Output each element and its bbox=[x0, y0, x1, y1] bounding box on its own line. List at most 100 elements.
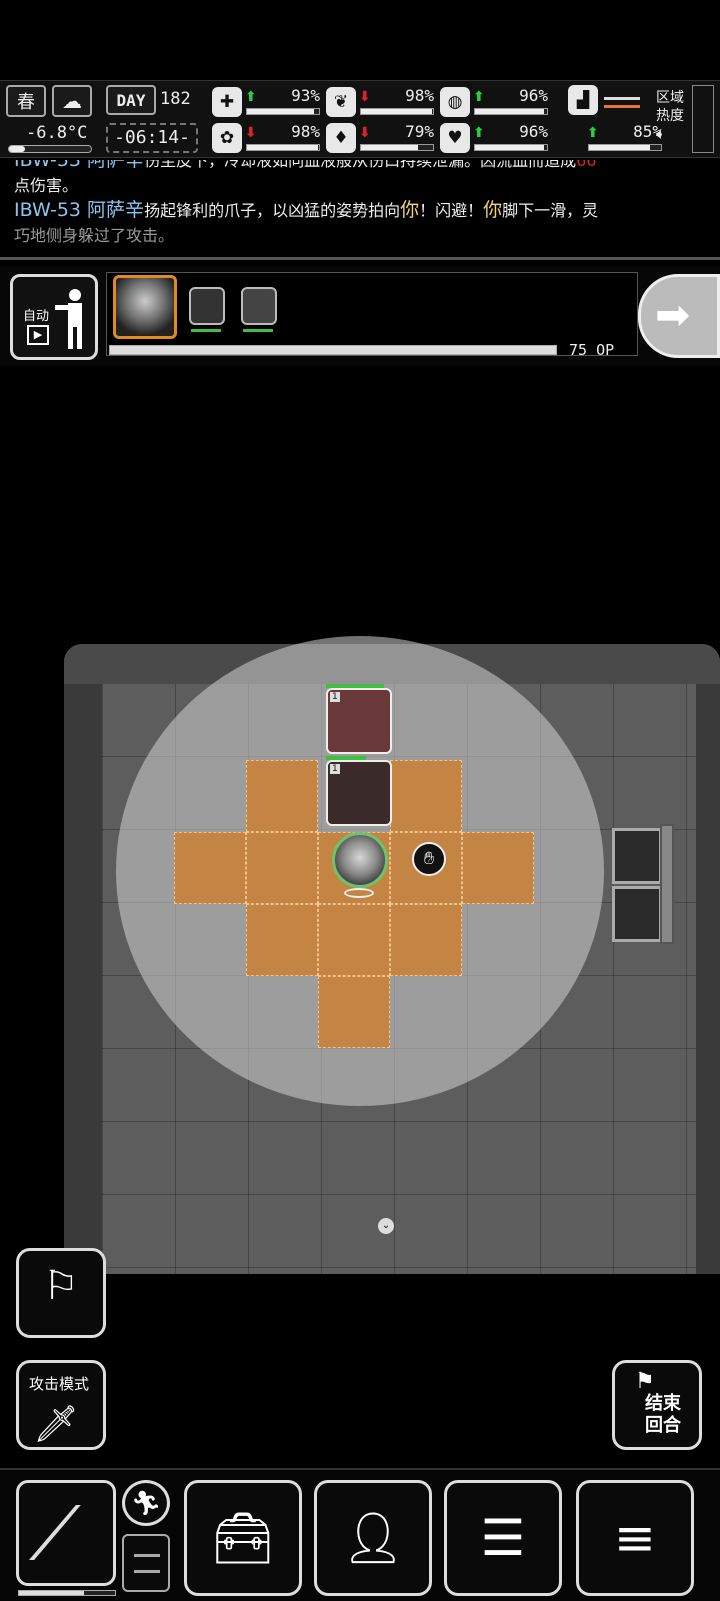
movement-bar-orange bbox=[604, 105, 640, 108]
menu-list-icon: ≡ bbox=[614, 1509, 656, 1567]
stamina-stat[interactable]: ⬆ 85% bbox=[554, 121, 664, 155]
chevron-down-icon[interactable]: ⌄ bbox=[378, 1218, 394, 1234]
day-label: DAY bbox=[106, 85, 156, 115]
move-tile[interactable] bbox=[246, 904, 318, 976]
brain-head-icon: 👤︎ bbox=[341, 1509, 405, 1567]
log-text: 伤至皮下，冷却液如同血液般从伤口持续泄漏。因流血而造成 bbox=[144, 160, 577, 170]
container-object[interactable] bbox=[612, 828, 662, 884]
zone-heat-meter bbox=[692, 85, 714, 153]
stat-bar bbox=[360, 108, 434, 115]
move-tile[interactable] bbox=[318, 904, 390, 976]
player-portrait[interactable] bbox=[113, 275, 177, 339]
move-tile[interactable] bbox=[246, 760, 318, 832]
move-tile[interactable] bbox=[246, 832, 318, 904]
notebook-icon: ☰ bbox=[480, 1509, 526, 1567]
trend-up-icon: ⬆ bbox=[245, 89, 257, 105]
bottom-toolbar: ⟋ 🏃︎ 🧰︎ 👤︎ ☰ ≡ bbox=[0, 1468, 720, 1601]
zone-heat[interactable]: 区域 热度 🔈︎ bbox=[656, 89, 684, 143]
stomach-stat[interactable]: ❦ ⬇ 98% bbox=[326, 85, 436, 119]
lungs-icon: ◍ bbox=[440, 87, 470, 117]
main-menu-button[interactable]: ≡ bbox=[576, 1480, 694, 1596]
log-entity: IBW-53 阿萨辛 bbox=[14, 160, 145, 171]
water-drop-stat[interactable]: ♦ ⬇ 79% bbox=[326, 121, 436, 155]
enemy-level: 1 bbox=[330, 764, 340, 774]
move-tile[interactable] bbox=[318, 976, 390, 1048]
next-turn-button[interactable]: ➡ bbox=[638, 274, 720, 358]
stat-value: 93% bbox=[291, 86, 320, 105]
move-tile[interactable] bbox=[174, 832, 246, 904]
wall bbox=[696, 684, 720, 1274]
brain-icon: ✿ bbox=[212, 123, 242, 153]
stat-bar bbox=[246, 108, 320, 115]
stat-bar bbox=[474, 144, 548, 151]
log-text: 脚下一滑，灵 bbox=[502, 201, 599, 220]
stat-value: 98% bbox=[405, 86, 434, 105]
journal-button[interactable]: ☰ bbox=[444, 1480, 562, 1596]
heart-stat[interactable]: ♥ ⬆ 96% bbox=[440, 121, 550, 155]
battle-map[interactable]: 1 1 ✋︎ ⌄ bbox=[64, 636, 720, 1274]
temperature-readout: -6.8°C bbox=[26, 123, 88, 143]
stomach-icon: ❦ bbox=[326, 87, 356, 117]
stat-bar bbox=[588, 144, 662, 151]
ammo-dash bbox=[134, 1554, 160, 1557]
enemy-portrait[interactable] bbox=[189, 287, 225, 325]
shelf-rail bbox=[660, 824, 674, 944]
boot-icon: ▟ bbox=[568, 85, 598, 115]
log-line: IBW-53 阿萨辛伤至皮下，冷却液如同血液般从伤口持续泄漏。因流血而造成66 bbox=[14, 160, 706, 173]
day-number: 182 bbox=[160, 89, 191, 109]
season-indicator[interactable]: 春 bbox=[6, 85, 46, 117]
speaker-icon[interactable]: 🔈︎ bbox=[656, 125, 684, 143]
movement-status[interactable]: ▟ bbox=[568, 85, 644, 119]
enemy-unit[interactable]: 1 bbox=[326, 688, 392, 754]
trend-up-icon: ⬆ bbox=[587, 125, 599, 141]
stat-bar bbox=[246, 144, 320, 151]
movement-bar-white bbox=[604, 97, 640, 100]
status-hud: 春 ☁ -6.8°C DAY 182 -06:14- ✚ ⬆ 93% ❦ ⬇ 98% ◍ ⬆ 9… bbox=[0, 80, 720, 158]
skills-button[interactable]: 👤︎ bbox=[314, 1480, 432, 1596]
loot-bag-icon[interactable]: ✋︎ bbox=[400, 830, 458, 888]
move-tile[interactable] bbox=[390, 760, 462, 832]
enemy-portrait[interactable] bbox=[241, 287, 277, 325]
stat-value: 98% bbox=[291, 122, 320, 141]
ammo-slot[interactable] bbox=[122, 1534, 170, 1592]
flag-icon: ⚑ bbox=[635, 1369, 655, 1394]
play-icon: ▶ bbox=[27, 325, 49, 345]
end-turn-line: 结束 bbox=[645, 1393, 681, 1414]
inventory-button[interactable]: 🧰︎ bbox=[184, 1480, 302, 1596]
stat-value: 79% bbox=[405, 122, 434, 141]
enemy-level: 1 bbox=[330, 692, 340, 702]
trend-down-icon: ⬇ bbox=[245, 125, 257, 141]
medkit-stat[interactable]: ✚ ⬆ 93% bbox=[212, 85, 322, 119]
turn-order-bar: 自动 ▶ 75 OP ➡ bbox=[0, 266, 720, 366]
blade-icon: 🗡︎ bbox=[33, 1404, 79, 1445]
stat-value: 96% bbox=[519, 86, 548, 105]
brain-stat[interactable]: ✿ ⬇ 98% bbox=[212, 121, 322, 155]
move-mode-button[interactable]: ⚐ bbox=[16, 1248, 106, 1338]
weapon-slot[interactable]: ⟋ bbox=[16, 1480, 116, 1586]
zone-label-1: 区域 bbox=[656, 90, 684, 106]
attack-mode-button[interactable]: 攻击模式 🗡︎ bbox=[16, 1360, 106, 1450]
player-marker bbox=[344, 888, 374, 898]
cloud-icon[interactable]: ☁ bbox=[52, 85, 92, 117]
move-tile[interactable] bbox=[462, 832, 534, 904]
end-turn-button[interactable]: ⚑ 结束 回合 bbox=[612, 1360, 702, 1450]
wall bbox=[64, 684, 102, 1274]
stat-bar bbox=[360, 144, 434, 151]
enemy-hp-bar bbox=[191, 329, 221, 332]
hand-icon: ✋︎ bbox=[412, 842, 446, 876]
medkit-icon: ✚ bbox=[212, 87, 242, 117]
combat-log[interactable]: IBW-53 阿萨辛伤至皮下，冷却液如同血液般从伤口持续泄漏。因流血而造成66 … bbox=[0, 160, 720, 260]
flag-icon: ⚐ bbox=[43, 1263, 79, 1309]
lungs-stat[interactable]: ◍ ⬆ 96% bbox=[440, 85, 550, 119]
trend-down-icon: ⬇ bbox=[359, 125, 371, 141]
container-object[interactable] bbox=[612, 886, 662, 942]
enemy-unit[interactable]: 1 bbox=[326, 760, 392, 826]
trend-up-icon: ⬆ bbox=[473, 89, 485, 105]
arrow-right-icon: ➡ bbox=[655, 290, 691, 339]
stat-value: 96% bbox=[519, 122, 548, 141]
move-tile[interactable] bbox=[390, 904, 462, 976]
auto-combat-button[interactable]: 自动 ▶ bbox=[10, 274, 98, 360]
running-figure-icon[interactable]: 🏃︎ bbox=[122, 1480, 170, 1526]
action-points-bar bbox=[109, 345, 557, 355]
player-unit[interactable] bbox=[332, 832, 388, 888]
